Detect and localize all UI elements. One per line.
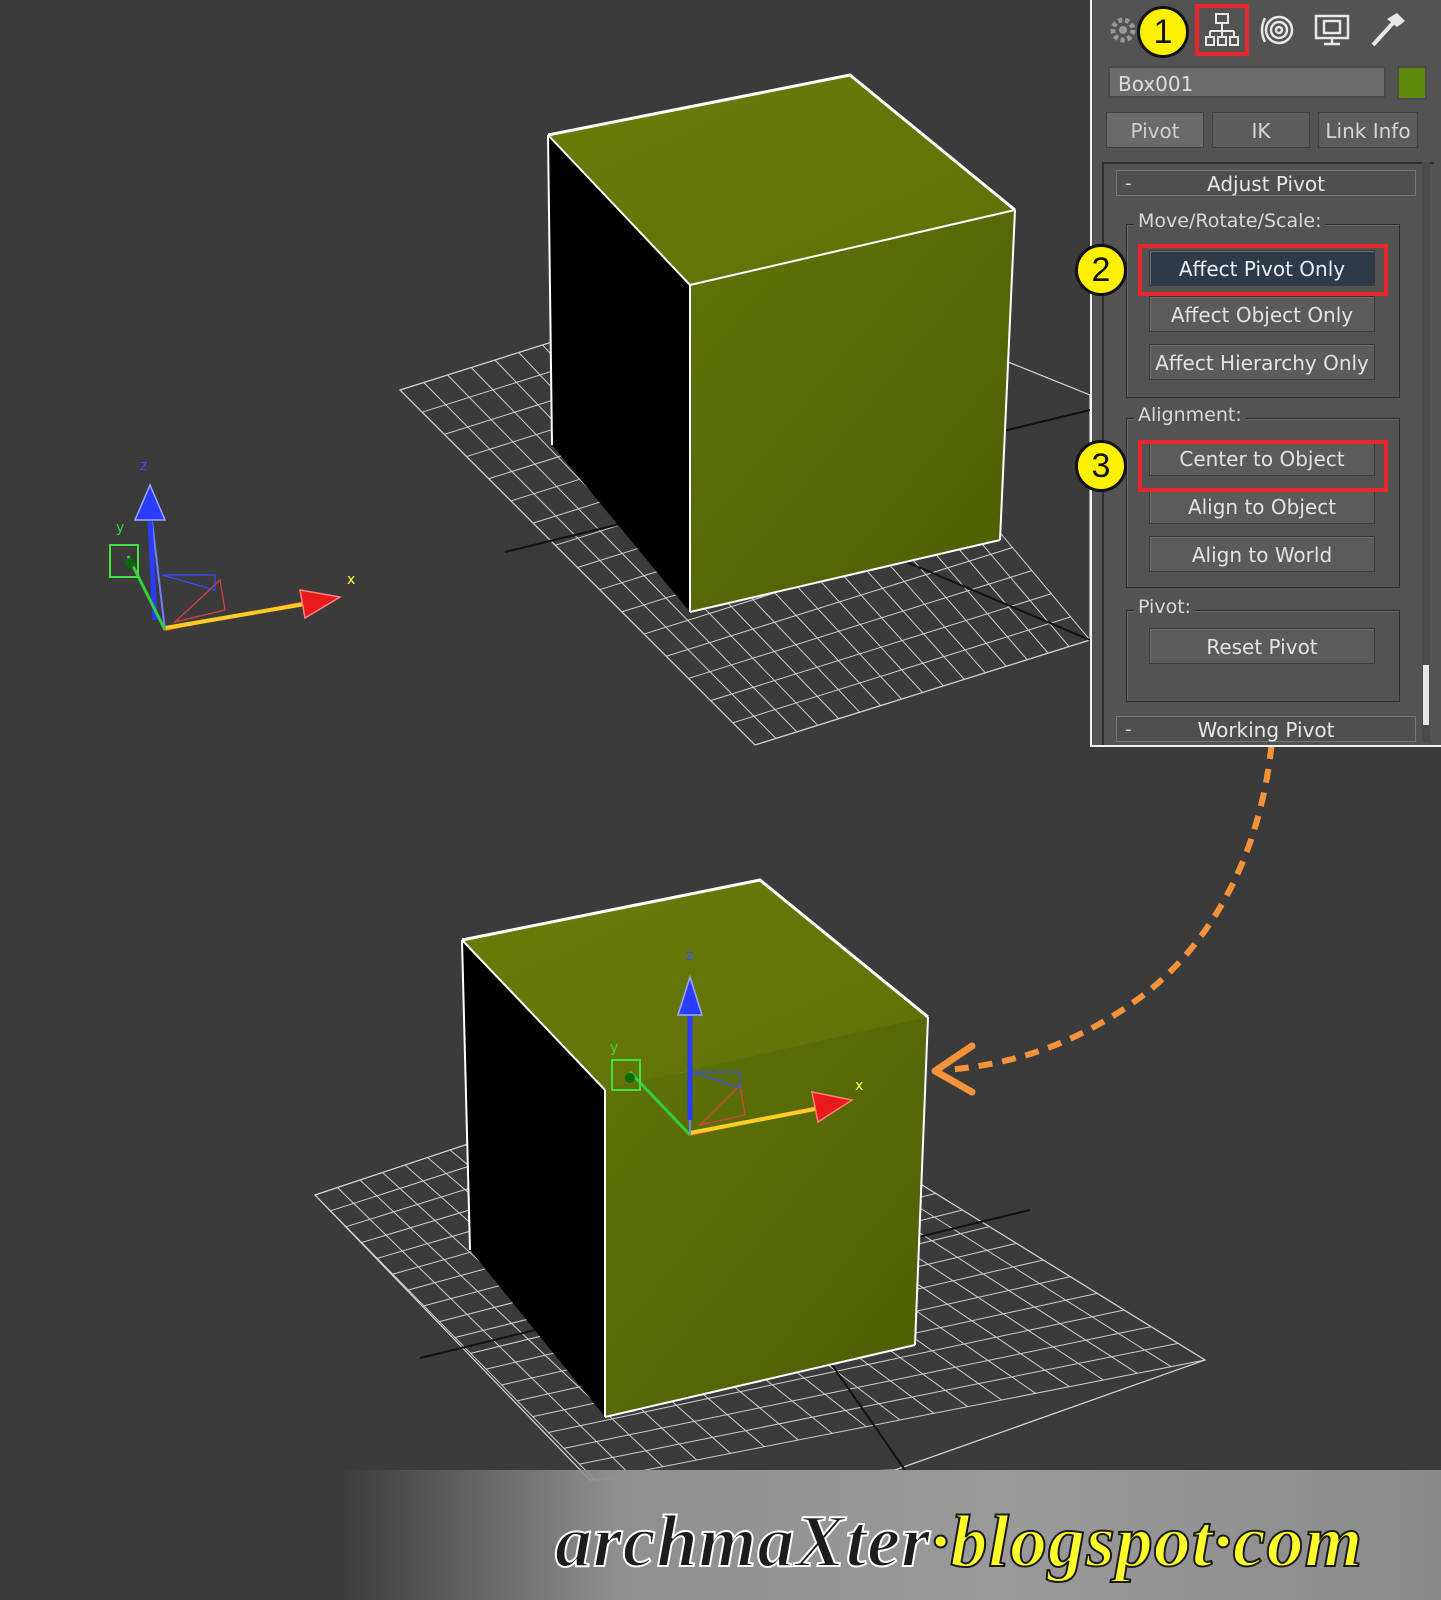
step-badge-2: 2 bbox=[1075, 244, 1127, 296]
pivot-gizmo-top: z y x bbox=[109, 458, 355, 631]
panel-scroll-thumb[interactable] bbox=[1423, 665, 1429, 725]
axis-label-x: x bbox=[347, 572, 355, 588]
adjust-pivot-rollout-header[interactable]: - Adjust Pivot bbox=[1116, 170, 1416, 196]
alignment-label: Alignment: bbox=[1134, 404, 1246, 426]
step-badge-3: 3 bbox=[1075, 440, 1127, 492]
axis-label-y: y bbox=[116, 520, 124, 536]
watermark-text: archmaXter·blogspot·com bbox=[554, 1500, 1364, 1585]
highlight-frame-step-3 bbox=[1138, 440, 1388, 492]
tab-ik[interactable]: IK bbox=[1212, 112, 1310, 148]
grid-line bbox=[732, 616, 1071, 724]
reset-pivot-button[interactable]: Reset Pivot bbox=[1149, 628, 1375, 664]
working-pivot-rollout-header[interactable]: - Working Pivot bbox=[1116, 716, 1416, 742]
affect-object-only-button[interactable]: Affect Object Only bbox=[1149, 296, 1375, 332]
axis-label-z: z bbox=[140, 458, 147, 474]
highlight-frame-step-2 bbox=[1138, 244, 1388, 296]
move-rotate-scale-label: Move/Rotate/Scale: bbox=[1134, 210, 1326, 232]
working-pivot-title: Working Pivot bbox=[1197, 718, 1335, 742]
step-badge-1: 1 bbox=[1137, 6, 1189, 58]
pivot-label: Pivot: bbox=[1134, 596, 1196, 618]
panel-scrollbar[interactable] bbox=[1422, 162, 1430, 742]
command-panel: Box001 Pivot IK Link Info - Adjust Pivot… bbox=[1090, 0, 1441, 747]
grid-line bbox=[754, 639, 1091, 746]
hammer-icon[interactable] bbox=[1364, 8, 1410, 52]
tab-pivot[interactable]: Pivot bbox=[1106, 112, 1204, 148]
affect-hierarchy-only-button[interactable]: Affect Hierarchy Only bbox=[1149, 344, 1375, 380]
grid-line bbox=[710, 593, 1052, 702]
tab-link-info[interactable]: Link Info bbox=[1318, 112, 1418, 148]
object-color-swatch[interactable] bbox=[1397, 66, 1427, 100]
motion-icon[interactable] bbox=[1254, 8, 1300, 52]
collapse-toggle[interactable]: - bbox=[1125, 171, 1132, 197]
axis-label-z-bottom: z bbox=[686, 948, 693, 964]
axis-label-x-bottom: x bbox=[855, 1078, 863, 1094]
box-top bbox=[547, 73, 1016, 613]
object-name-field[interactable]: Box001 bbox=[1108, 66, 1386, 98]
collapse-toggle-working[interactable]: - bbox=[1125, 717, 1132, 743]
watermark-part2: ·blogspot·com bbox=[930, 1500, 1364, 1584]
display-monitor-icon[interactable] bbox=[1309, 8, 1355, 52]
align-to-world-button[interactable]: Align to World bbox=[1149, 536, 1375, 572]
box-bottom bbox=[461, 878, 929, 1418]
watermark-part1: archmaXter bbox=[554, 1500, 931, 1584]
axis-label-y-bottom: y bbox=[610, 1040, 618, 1056]
tutorial-screenshot: z y x z y x Box001 Pivot IK Link Info - … bbox=[0, 0, 1441, 1600]
align-to-object-button[interactable]: Align to Object bbox=[1149, 488, 1375, 524]
rollout-title: Adjust Pivot bbox=[1207, 172, 1325, 196]
hierarchy-icon[interactable] bbox=[1195, 4, 1249, 56]
